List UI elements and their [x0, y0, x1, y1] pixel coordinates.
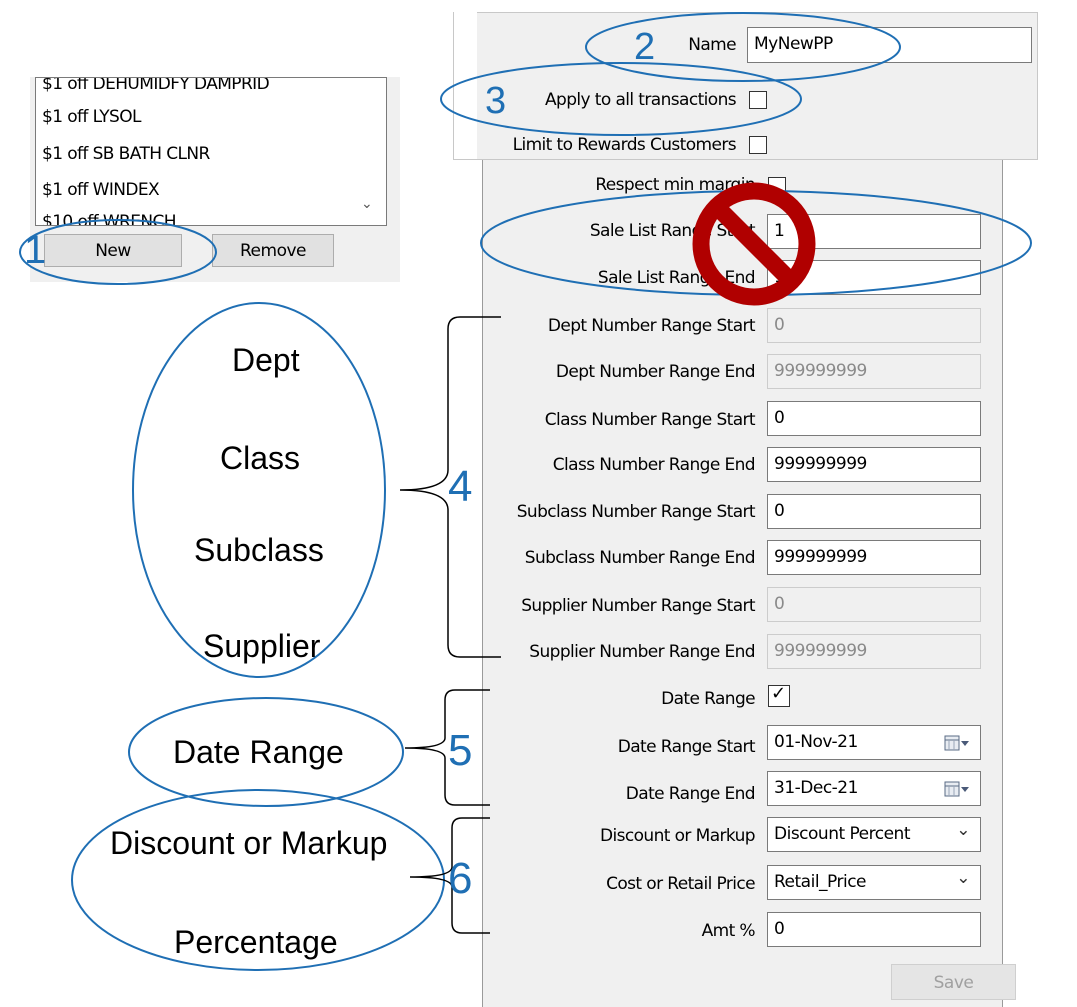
subclass-start-field[interactable]: 0 — [767, 494, 981, 529]
promo-list-panel: $1 off DEHUMIDFY DAMPRID $1 off LYSOL $1… — [30, 77, 400, 282]
respect-margin-label: Respect min margin — [595, 175, 755, 195]
supplier-start-field: 0 — [767, 587, 981, 622]
save-button: Save — [891, 964, 1016, 1000]
supplier-start-label: Supplier Number Range Start — [521, 596, 755, 616]
annotation-number-3: 3 — [485, 80, 507, 122]
supplier-end-label: Supplier Number Range End — [529, 642, 755, 662]
group-label-subclass: Subclass — [194, 532, 324, 568]
group-label-date-range: Date Range — [173, 734, 344, 770]
chevron-down-icon: ⌄ — [956, 820, 970, 840]
dept-start-label: Dept Number Range Start — [547, 316, 756, 336]
date-start-picker[interactable]: 01-Nov-21 — [767, 725, 981, 760]
cost-retail-select[interactable]: Retail_Price ⌄ — [767, 865, 981, 900]
calendar-icon[interactable] — [944, 780, 972, 798]
annotation-number-2: 2 — [634, 26, 656, 68]
sale-end-field[interactable]: 1 — [767, 260, 981, 295]
group-label-dept: Dept — [232, 342, 300, 378]
respect-margin-checkbox[interactable] — [768, 177, 786, 195]
calendar-icon[interactable] — [944, 734, 972, 752]
annotation-number-5: 5 — [448, 726, 473, 775]
group-label-discount-markup: Discount or Markup — [110, 825, 388, 861]
amt-label: Amt % — [701, 921, 756, 941]
list-item[interactable]: $10 off WRENCH — [42, 212, 177, 225]
check-icon: ✓ — [771, 683, 787, 704]
class-start-label: Class Number Range Start — [544, 410, 756, 430]
cost-retail-value: Retail_Price — [774, 872, 867, 892]
class-end-field[interactable]: 999999999 — [767, 447, 981, 482]
subclass-end-label: Subclass Number Range End — [524, 548, 756, 568]
remove-button[interactable]: Remove — [212, 234, 334, 267]
subclass-start-label: Subclass Number Range Start — [516, 502, 756, 522]
group-label-class: Class — [220, 440, 301, 476]
annotation-number-4: 4 — [448, 462, 473, 511]
scroll-down-icon[interactable]: ⌄ — [361, 196, 381, 216]
cost-retail-label: Cost or Retail Price — [606, 874, 756, 894]
group-label-percentage: Percentage — [174, 924, 338, 960]
discount-markup-label: Discount or Markup — [600, 826, 756, 846]
date-start-value: 01-Nov-21 — [774, 732, 858, 752]
list-item[interactable]: $1 off DEHUMIDFY DAMPRID — [42, 78, 270, 94]
supplier-end-field: 999999999 — [767, 634, 981, 669]
apply-all-checkbox[interactable] — [749, 91, 767, 109]
date-end-picker[interactable]: 31-Dec-21 — [767, 771, 981, 806]
name-field[interactable]: MyNewPP — [747, 27, 1032, 63]
apply-all-label: Apply to all transactions — [544, 90, 737, 110]
date-end-label: Date Range End — [625, 784, 756, 804]
promo-listbox[interactable]: $1 off DEHUMIDFY DAMPRID $1 off LYSOL $1… — [35, 77, 387, 226]
subclass-end-field[interactable]: 999999999 — [767, 540, 981, 575]
sale-start-label: Sale List Range Start — [589, 221, 756, 241]
date-range-checkbox[interactable]: ✓ — [768, 683, 790, 707]
date-range-label: Date Range — [661, 689, 756, 709]
discount-markup-select[interactable]: Discount Percent ⌄ — [767, 817, 981, 852]
list-item[interactable]: $1 off WINDEX — [42, 180, 160, 200]
annotation-number-1: 1 — [24, 228, 47, 272]
date-end-value: 31-Dec-21 — [774, 778, 858, 798]
dept-start-field: 0 — [767, 308, 981, 343]
list-item[interactable]: $1 off LYSOL — [42, 107, 141, 127]
amt-field[interactable]: 0 — [767, 912, 981, 947]
date-start-label: Date Range Start — [617, 737, 756, 757]
dept-end-field: 999999999 — [767, 354, 981, 389]
rewards-checkbox[interactable] — [749, 136, 767, 154]
group-label-supplier: Supplier — [203, 628, 321, 664]
list-item[interactable]: $1 off SB BATH CLNR — [42, 144, 210, 164]
dept-end-label: Dept Number Range End — [555, 362, 756, 382]
rewards-label: Limit to Rewards Customers — [512, 135, 737, 155]
annotation-number-6: 6 — [448, 854, 473, 903]
class-start-field[interactable]: 0 — [767, 401, 981, 436]
chevron-down-icon: ⌄ — [956, 868, 970, 888]
sale-end-label: Sale List Range End — [597, 268, 756, 288]
name-label: Name — [688, 35, 736, 55]
discount-markup-value: Discount Percent — [774, 824, 911, 844]
sale-start-field[interactable]: 1 — [767, 214, 981, 249]
class-end-label: Class Number Range End — [552, 455, 756, 475]
new-button[interactable]: New — [44, 234, 182, 267]
